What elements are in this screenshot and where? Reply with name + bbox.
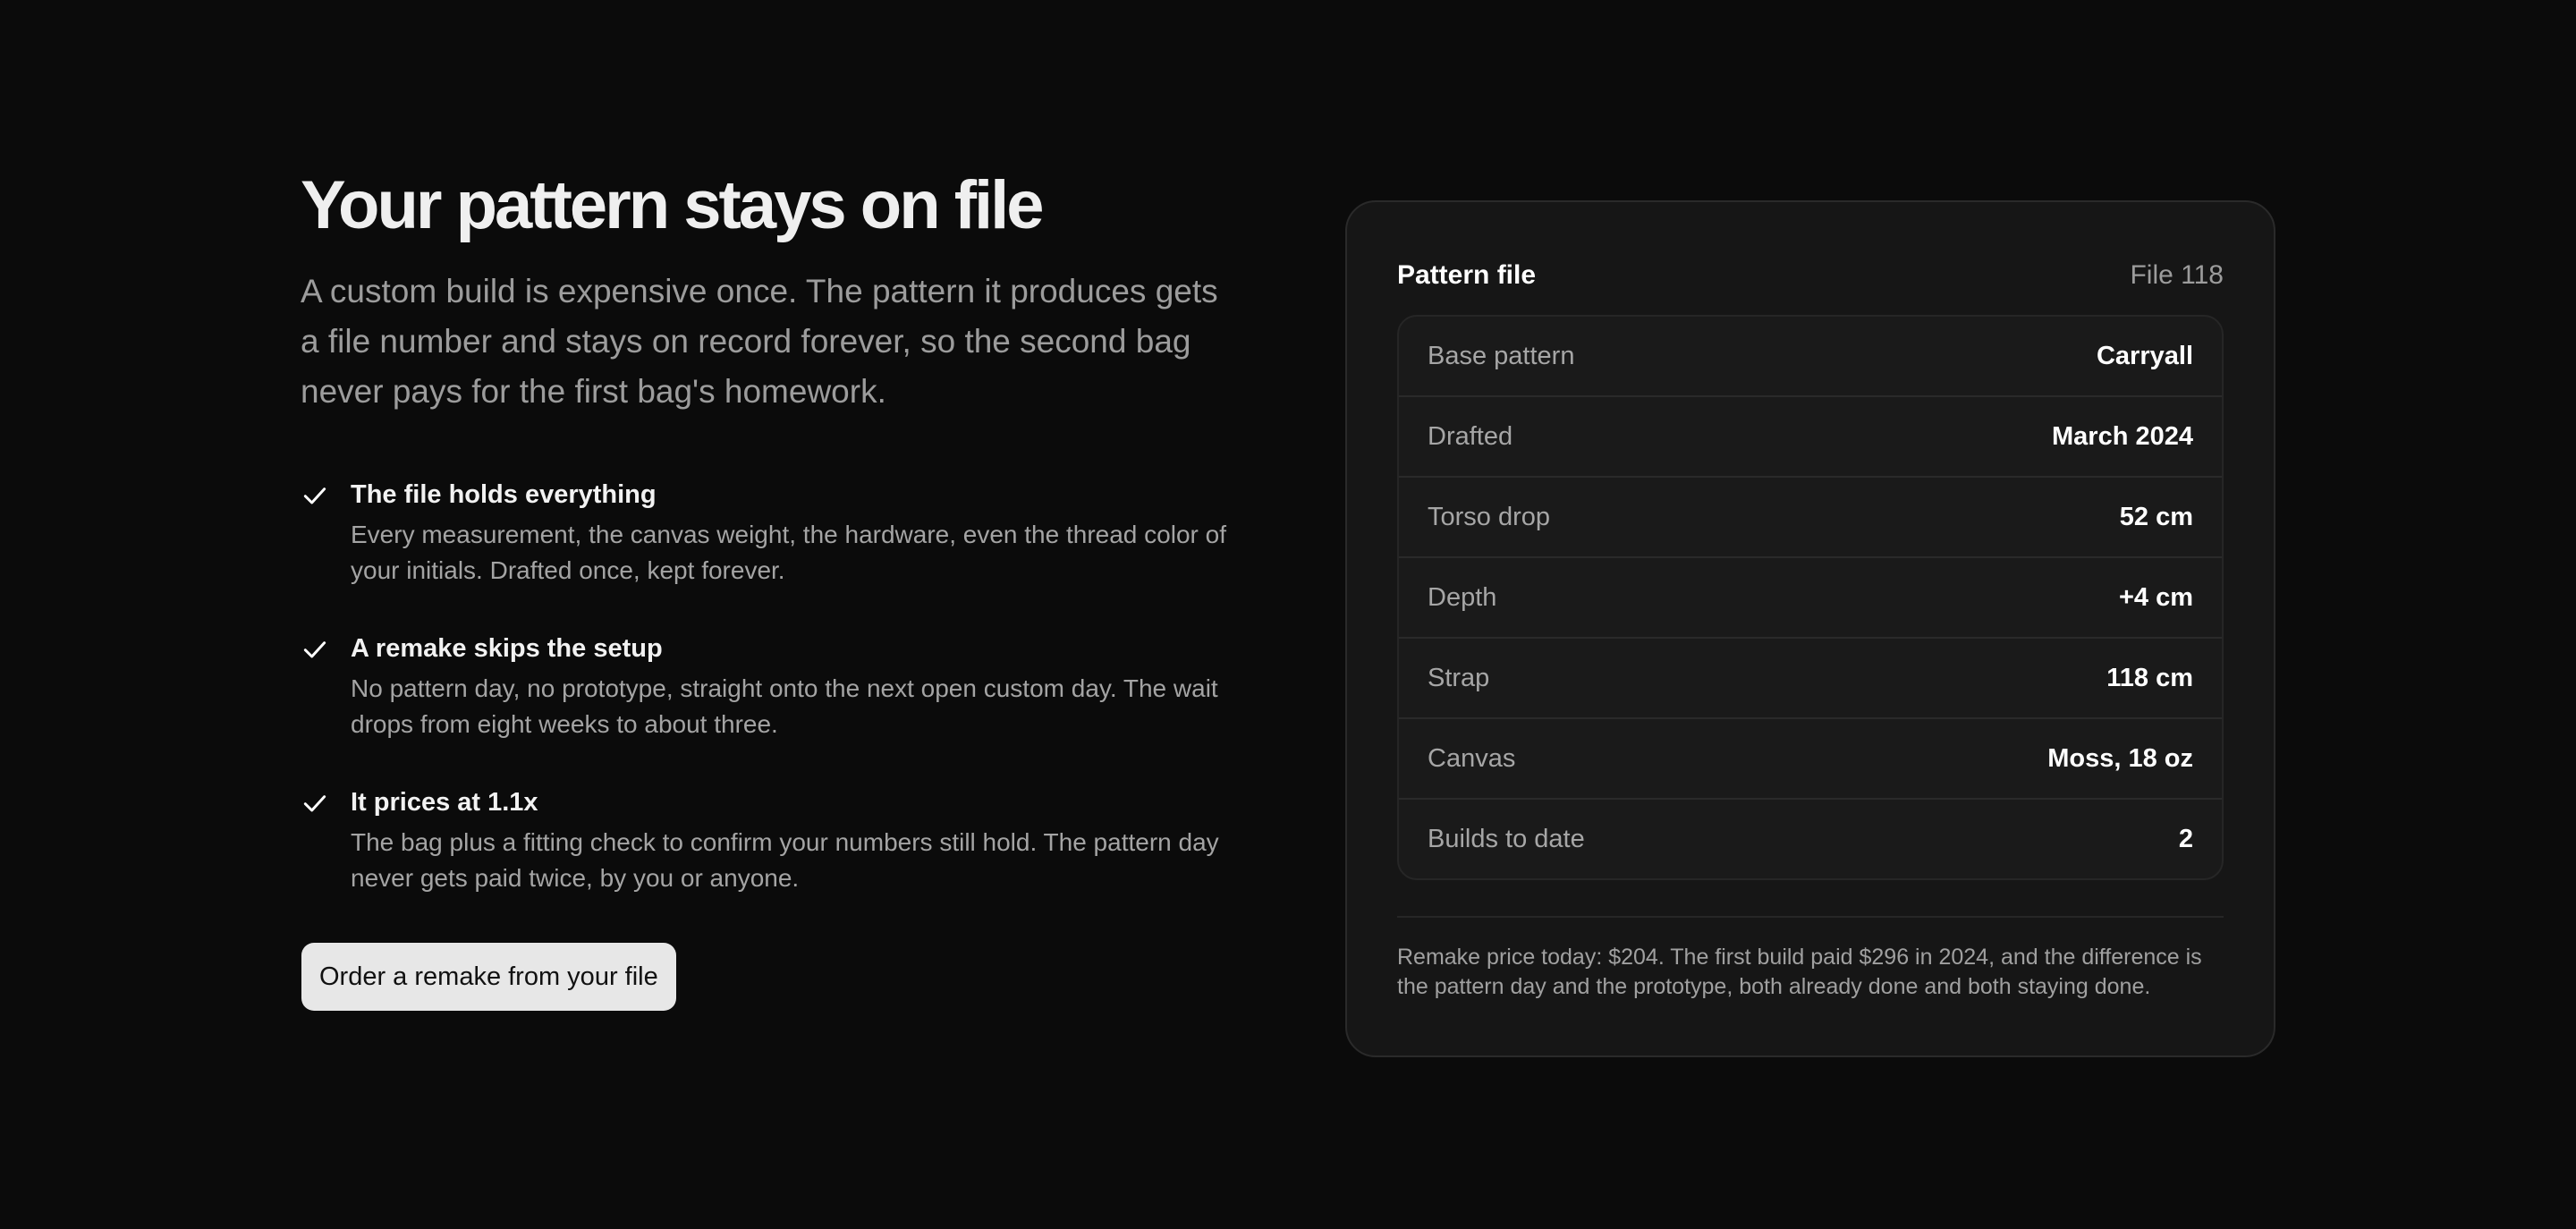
detail-row-drafted: Drafted March 2024 (1399, 397, 2222, 478)
detail-label: Base pattern (1428, 341, 1575, 370)
feature-description: Every measurement, the canvas weight, th… (351, 521, 1226, 584)
feature-list: The file holds everything Every measurem… (301, 478, 1249, 896)
detail-value: March 2024 (2052, 421, 2193, 451)
feature-item: The file holds everything Every measurem… (301, 478, 1249, 589)
feature-title: It prices at 1.1x (351, 788, 538, 817)
detail-label: Builds to date (1428, 824, 1585, 853)
detail-label: Canvas (1428, 743, 1516, 773)
detail-label: Drafted (1428, 421, 1513, 451)
hero-section: Your pattern stays on file A custom buil… (301, 163, 1249, 939)
pattern-file-card: Pattern file File 118 Base pattern Carry… (1345, 200, 2275, 1057)
detail-row-base-pattern: Base pattern Carryall (1399, 317, 2222, 397)
pattern-details-table: Base pattern Carryall Drafted March 2024… (1397, 315, 2224, 880)
detail-row-strap: Strap 118 cm (1399, 639, 2222, 719)
check-icon (303, 795, 326, 812)
feature-title: A remake skips the setup (351, 634, 663, 663)
card-header: Pattern file File 118 (1397, 252, 2224, 299)
detail-label: Strap (1428, 663, 1490, 692)
detail-row-builds-to-date: Builds to date 2 (1399, 800, 2222, 878)
feature-description: The bag plus a fitting check to confirm … (351, 828, 1219, 892)
remake-price-note: Remake price today: $204. The first buil… (1397, 945, 2202, 999)
page-title: Your pattern stays on file (301, 167, 1045, 243)
detail-label: Depth (1428, 582, 1497, 612)
order-remake-button[interactable]: Order a remake from your file (301, 943, 676, 1011)
check-icon (303, 641, 326, 658)
detail-row-torso-drop: Torso drop 52 cm (1399, 478, 2222, 558)
detail-value: +4 cm (2118, 582, 2193, 612)
feature-item: A remake skips the setup No pattern day,… (301, 631, 1249, 742)
card-title: Pattern file (1397, 260, 1537, 290)
feature-item: It prices at 1.1x The bag plus a fitting… (301, 785, 1249, 896)
detail-row-canvas: Canvas Moss, 18 oz (1399, 719, 2222, 800)
detail-value: Moss, 18 oz (2047, 743, 2193, 773)
detail-row-depth: Depth +4 cm (1399, 558, 2222, 639)
detail-value: 118 cm (2106, 663, 2193, 692)
detail-value: 52 cm (2119, 502, 2193, 531)
detail-value: Carryall (2096, 341, 2193, 370)
card-divider (1397, 916, 2224, 918)
feature-description: No pattern day, no prototype, straight o… (351, 674, 1218, 738)
feature-title: The file holds everything (351, 480, 657, 509)
file-number: File 118 (2130, 260, 2224, 290)
check-icon (303, 487, 326, 504)
detail-value: 2 (2178, 824, 2193, 853)
hero-lead: A custom build is expensive once. The pa… (301, 273, 1218, 410)
detail-label: Torso drop (1428, 502, 1551, 531)
